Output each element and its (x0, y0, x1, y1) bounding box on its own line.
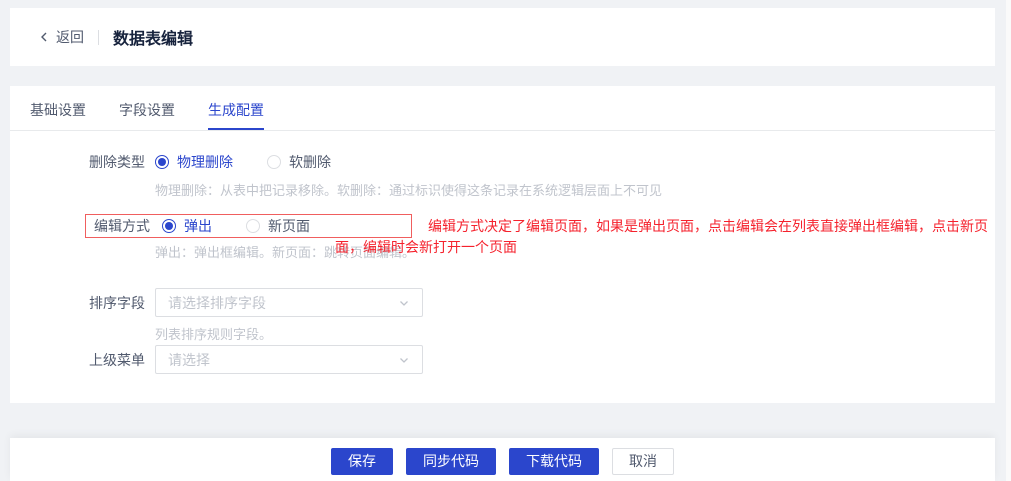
tab-bar: 基础设置 字段设置 生成配置 (10, 86, 995, 131)
page-root: 返回 数据表编辑 基础设置 字段设置 生成配置 删除类型 物理删除 软删除 物理… (0, 0, 1011, 481)
main-panel: 基础设置 字段设置 生成配置 删除类型 物理删除 软删除 物理删除：从表中把记录… (10, 86, 995, 403)
radio-physical-delete[interactable]: 物理删除 (155, 152, 233, 172)
sort-field-label: 排序字段 (89, 294, 145, 311)
scrollbar-track[interactable] (1006, 0, 1011, 481)
page-title: 数据表编辑 (113, 31, 194, 48)
parent-menu-select[interactable]: 请选择 (155, 345, 423, 374)
radio-selected-icon (155, 155, 169, 169)
sort-field-placeholder: 请选择排序字段 (168, 294, 266, 311)
footer-action-bar: 保存 同步代码 下载代码 取消 (10, 438, 995, 481)
radio-soft-delete-label: 软删除 (289, 154, 331, 170)
radio-new-page-label: 新页面 (268, 218, 310, 234)
radio-popup[interactable]: 弹出 (162, 216, 212, 236)
radio-selected-icon (162, 219, 176, 233)
chevron-down-icon (398, 354, 410, 366)
radio-physical-delete-label: 物理删除 (177, 154, 233, 170)
edit-mode-label: 编辑方式 (94, 218, 150, 234)
delete-type-row: 删除类型 物理删除 软删除 (30, 150, 365, 174)
download-code-button[interactable]: 下载代码 (509, 448, 599, 475)
parent-menu-placeholder: 请选择 (168, 351, 210, 368)
radio-popup-label: 弹出 (184, 218, 212, 234)
radio-soft-delete[interactable]: 软删除 (267, 152, 331, 172)
sort-field-select[interactable]: 请选择排序字段 (155, 288, 423, 317)
edit-mode-annotation: 编辑方式决定了编辑页面，如果是弹出页面，点击编辑会在列表直接弹出框编辑，点击新页… (335, 218, 988, 255)
back-label: 返回 (56, 29, 84, 45)
chevron-down-icon (398, 297, 410, 309)
parent-menu-row: 上级菜单 请选择 (30, 345, 423, 374)
page-header: 返回 数据表编辑 (10, 8, 995, 66)
sync-code-button[interactable]: 同步代码 (406, 448, 496, 475)
back-button[interactable]: 返回 (38, 27, 84, 47)
sort-field-row: 排序字段 请选择排序字段 (30, 288, 423, 317)
chevron-left-icon (38, 31, 50, 43)
cancel-button[interactable]: 取消 (612, 448, 674, 475)
tab-generate-config[interactable]: 生成配置 (208, 86, 264, 130)
radio-unselected-icon (267, 155, 281, 169)
radio-new-page[interactable]: 新页面 (246, 216, 310, 236)
delete-type-help: 物理删除：从表中把记录移除。软删除：通过标识使得这条记录在系统逻辑层面上不可见 (155, 183, 663, 198)
tab-field-settings[interactable]: 字段设置 (119, 86, 175, 130)
header-divider (98, 29, 99, 45)
parent-menu-label: 上级菜单 (89, 351, 145, 368)
radio-unselected-icon (246, 219, 260, 233)
save-button[interactable]: 保存 (331, 448, 393, 475)
delete-type-label: 删除类型 (89, 154, 145, 170)
tab-basic-settings[interactable]: 基础设置 (30, 86, 86, 130)
sort-field-help: 列表排序规则字段。 (155, 327, 273, 342)
